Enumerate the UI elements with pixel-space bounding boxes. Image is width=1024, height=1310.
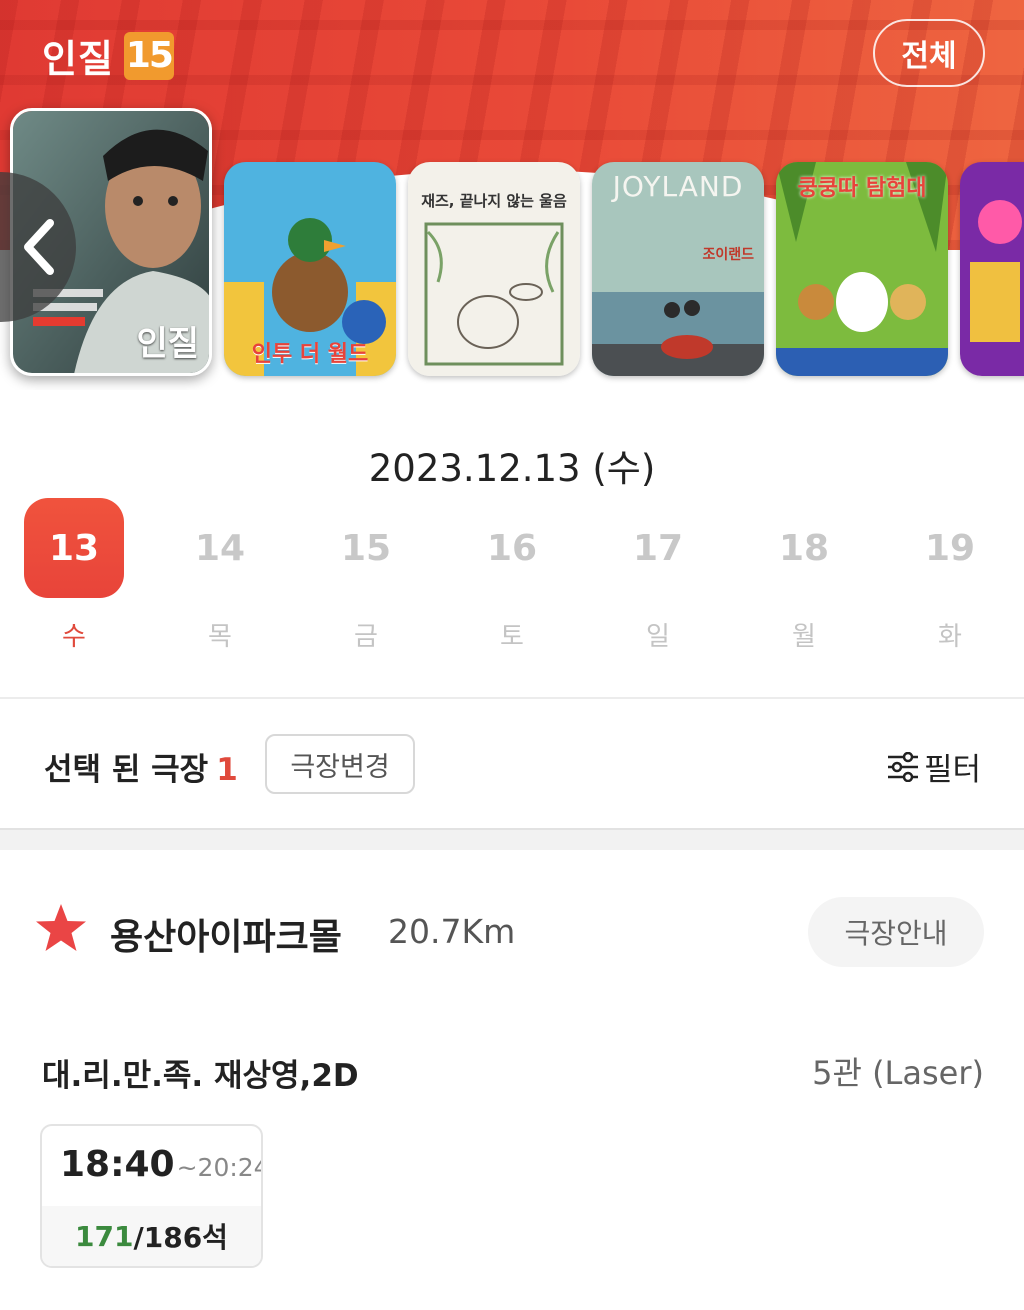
- day-19[interactable]: 19 화: [900, 498, 1000, 653]
- poster-kungkungtta-title: 쿵쿵따 탐험대: [797, 176, 927, 201]
- movie-format: 대.리.만.족. 재상영,2D: [42, 1058, 359, 1094]
- theater-distance: 20.7Km: [388, 912, 516, 951]
- day-14[interactable]: 14 목: [170, 498, 270, 653]
- poster-next-partial[interactable]: [960, 162, 1024, 376]
- poster-joyland[interactable]: JOYLAND 조이랜드: [592, 162, 764, 376]
- day-16[interactable]: 16 토: [462, 498, 562, 653]
- day-number: 19: [924, 527, 976, 569]
- showtime-card[interactable]: 18:40 ~20:24 171/186석: [40, 1124, 263, 1268]
- day-number: 16: [486, 527, 538, 569]
- seat-availability: 171/186석: [42, 1206, 261, 1266]
- theater-name[interactable]: 용산아이파크몰: [110, 908, 342, 960]
- showtime-range: 18:40 ~20:24: [60, 1144, 263, 1185]
- filter-label: 필터: [924, 752, 982, 788]
- poster-into-the-world-title: 인투 더 월드: [251, 342, 369, 367]
- poster-kungkungtta[interactable]: 쿵쿵따 탐험대: [776, 162, 948, 376]
- day-13[interactable]: 13 수: [24, 498, 124, 653]
- seats-total: /186석: [133, 1221, 228, 1254]
- age-rating-badge: 15: [123, 31, 174, 80]
- movie-title: 인질: [42, 37, 114, 81]
- change-theater-button[interactable]: 극장변경: [265, 734, 415, 794]
- day-weekday: 금: [354, 622, 378, 652]
- day-weekday: 일: [646, 622, 670, 652]
- poster-joyland-subtitle: 조이랜드: [702, 247, 754, 263]
- day-weekday: 토: [500, 622, 524, 652]
- hero-banner: 인질 15 전체 인질 인투 더 월드 재즈, 끝나지 않는 울음 JOYLAN…: [0, 0, 1024, 390]
- selected-date: 2023.12.13 (수): [368, 447, 656, 490]
- all-movies-button[interactable]: 전체: [873, 19, 985, 87]
- star-icon: [36, 904, 86, 951]
- day-number: 18: [778, 527, 830, 569]
- theater-info-button[interactable]: 극장안내: [808, 897, 984, 967]
- poster-joyland-title: JOYLAND: [612, 170, 744, 203]
- poster-next-art: [960, 162, 1024, 376]
- day-number: 13: [24, 498, 124, 598]
- screen-name: 5관 (Laser): [812, 1054, 984, 1092]
- showtime-start: 18:40: [60, 1144, 175, 1185]
- day-number: 14: [194, 527, 246, 569]
- filter-button[interactable]: 필터: [886, 744, 981, 789]
- poster-jazz[interactable]: 재즈, 끝나지 않는 울음: [408, 162, 580, 376]
- divider: [0, 697, 1024, 699]
- day-17[interactable]: 17 일: [608, 498, 708, 653]
- day-15[interactable]: 15 금: [316, 498, 416, 653]
- day-number: 15: [340, 527, 392, 569]
- chevron-left-icon: [24, 219, 54, 275]
- selected-theater-count: 1: [216, 752, 238, 788]
- poster-jazz-title: 재즈, 끝나지 않는 울음: [421, 192, 567, 210]
- poster-into-the-world[interactable]: 인투 더 월드: [224, 162, 396, 376]
- selected-theater-label: 선택 된 극장 1: [44, 744, 238, 789]
- selected-movie-title: 인질 15: [42, 28, 174, 83]
- poster-hostage-title: 인질: [136, 324, 199, 364]
- seats-available: 171: [75, 1219, 134, 1253]
- day-number: 17: [632, 527, 684, 569]
- filter-icon: [888, 751, 918, 782]
- day-weekday: 월: [792, 622, 816, 652]
- date-selector: 13 수 14 목 15 금 16 토 17 일 18 월 19 화: [0, 498, 1024, 658]
- favorite-star-icon[interactable]: [34, 902, 88, 958]
- day-weekday: 화: [938, 622, 962, 652]
- day-weekday: 목: [208, 622, 232, 652]
- day-18[interactable]: 18 월: [754, 498, 854, 653]
- showtime-end: ~20:24: [176, 1153, 263, 1182]
- selected-theater-text: 선택 된 극장: [44, 752, 209, 788]
- section-divider: [0, 828, 1024, 850]
- day-weekday: 수: [62, 622, 86, 652]
